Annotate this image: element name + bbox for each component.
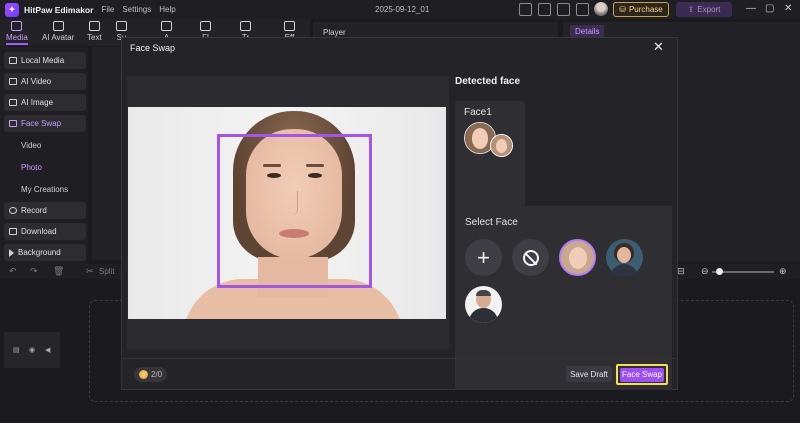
text-icon — [88, 21, 100, 31]
track-lock-icon[interactable]: ▤ — [13, 346, 20, 354]
face-swap-button[interactable]: Face Swap — [620, 367, 664, 382]
tab-text[interactable]: Text — [87, 21, 102, 42]
menu-settings[interactable]: Settings — [122, 5, 151, 14]
no-face-icon — [522, 249, 539, 266]
sidebar-item-download[interactable]: Download — [4, 223, 86, 240]
sidebar-item-label: AI Video — [21, 77, 52, 86]
media-icon — [11, 21, 23, 31]
track-header: ▤ ◉ ◀ — [4, 332, 60, 368]
sidebar-item-label: Face Swap — [21, 119, 62, 128]
effects-icon — [284, 21, 295, 31]
ai-image-icon — [9, 99, 17, 106]
tab-label: AI Avatar — [42, 33, 75, 42]
detected-face-card[interactable]: Face1 — [455, 101, 525, 207]
app-name: HitPaw Edimakor — [24, 4, 94, 15]
tab-ai-avatar[interactable]: AI Avatar — [42, 21, 74, 42]
face-swap-dialog: Face Swap ✕ Detected face Face1 Select F… — [121, 37, 678, 390]
purchase-label: Purchase — [628, 5, 663, 14]
tab-label: Media — [6, 33, 28, 42]
keyboard-icon[interactable] — [538, 3, 551, 16]
tab-media[interactable]: Media — [6, 21, 28, 45]
folder-icon — [9, 57, 17, 64]
select-face-title: Select Face — [465, 217, 518, 228]
subtitle-icon — [116, 21, 127, 31]
zoom-in-icon[interactable]: ⊕ — [779, 266, 787, 277]
minimize-icon[interactable]: — — [746, 3, 756, 14]
sidebar-item-label: Download — [21, 227, 57, 236]
ai-video-icon — [9, 78, 17, 85]
face-panel: Detected face Face1 Select Face + — [455, 76, 672, 390]
source-photo — [128, 107, 446, 319]
swap-target-thumbnail — [490, 134, 513, 157]
sidebar-item-label: Background — [18, 248, 61, 257]
close-window-icon[interactable]: ✕ — [784, 3, 792, 14]
face-option-woman-2[interactable] — [606, 239, 643, 276]
no-face-button[interactable] — [512, 239, 549, 276]
save-draft-button[interactable]: Save Draft — [566, 366, 612, 382]
filter-icon — [200, 21, 211, 31]
audio-icon — [161, 21, 172, 31]
detected-face-title: Detected face — [455, 76, 521, 87]
transition-icon — [240, 21, 251, 31]
sidebar-item-label: AI Image — [21, 98, 54, 107]
zoom-out-icon[interactable]: ⊖ — [701, 266, 709, 277]
project-name: 2025-09-12_01 — [375, 5, 430, 14]
mail-icon[interactable] — [557, 3, 570, 16]
track-visibility-icon[interactable]: ◉ — [29, 346, 35, 354]
menu-file[interactable]: File — [101, 5, 114, 14]
cart-icon: ⛁ — [619, 5, 626, 14]
face-detection-box[interactable] — [217, 134, 372, 288]
sidebar-item-face-swap[interactable]: Face Swap — [4, 115, 86, 132]
sidebar-subitem-photo[interactable]: Photo — [21, 163, 42, 172]
export-icon: ⇪ — [687, 5, 695, 14]
purchase-button[interactable]: ⛁ Purchase — [613, 2, 669, 17]
sidebar-item-record[interactable]: Record — [4, 202, 86, 219]
zoom-slider-handle[interactable] — [716, 268, 723, 275]
sidebar-subitem-my-creations[interactable]: My Creations — [21, 185, 68, 194]
sidebar-item-ai-video[interactable]: AI Video — [4, 73, 86, 90]
record-icon — [9, 207, 17, 214]
credits-badge: 2/0 — [134, 367, 168, 382]
track-mute-icon[interactable]: ◀ — [45, 346, 50, 354]
sidebar-item-ai-image[interactable]: AI Image — [4, 94, 86, 111]
fit-icon[interactable]: ⊟ — [677, 266, 685, 277]
dialog-title: Face Swap — [130, 43, 176, 53]
sidebar-item-local-media[interactable]: Local Media — [4, 52, 86, 69]
close-icon[interactable]: ✕ — [653, 40, 664, 54]
layout-icon[interactable] — [576, 3, 589, 16]
face-option-man-1[interactable] — [465, 286, 502, 323]
coin-icon — [139, 370, 148, 379]
app-logo: ✦ — [5, 2, 19, 17]
sidebar-item-background[interactable]: Background — [4, 244, 86, 261]
download-icon — [9, 228, 17, 235]
sidebar-item-label: Record — [21, 206, 47, 215]
maximize-icon[interactable]: ▢ — [765, 3, 774, 14]
dialog-footer: 2/0 Save Draft Face Swap — [122, 358, 677, 389]
face-swap-icon — [9, 120, 17, 127]
face-label: Face1 — [464, 107, 492, 118]
undo-icon[interactable]: ↶ — [9, 266, 17, 277]
caret-right-icon — [9, 248, 14, 257]
export-label: Export — [697, 5, 721, 14]
ai-avatar-icon — [52, 21, 64, 31]
avatar[interactable] — [594, 2, 608, 16]
menu-help[interactable]: Help — [159, 5, 175, 14]
export-button[interactable]: ⇪ Export — [676, 2, 732, 17]
split-icon[interactable]: ✂ — [86, 266, 94, 277]
player-label: Player — [323, 28, 346, 37]
delete-icon[interactable]: 🗑 — [53, 266, 64, 277]
sidebar-subitem-video[interactable]: Video — [21, 141, 41, 150]
face-option-woman-1[interactable] — [559, 239, 596, 276]
credits-value: 2/0 — [151, 370, 163, 379]
redo-icon[interactable]: ↷ — [30, 266, 38, 277]
gift-icon[interactable] — [519, 3, 532, 16]
split-label[interactable]: Split — [99, 267, 115, 276]
media-sidebar: Local Media AI Video AI Image Face Swap … — [0, 47, 88, 265]
add-face-button[interactable]: + — [465, 239, 502, 276]
face-swap-button-highlight[interactable]: Face Swap — [616, 364, 668, 385]
sidebar-item-label: Local Media — [21, 56, 65, 65]
tab-label: Text — [87, 33, 102, 42]
